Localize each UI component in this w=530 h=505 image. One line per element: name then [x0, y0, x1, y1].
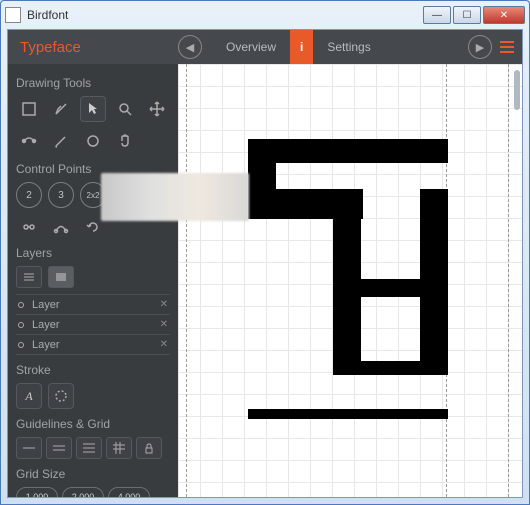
gridsize-4[interactable]: 4.000 [108, 487, 150, 497]
tool-hand[interactable] [112, 128, 138, 154]
maximize-button[interactable]: ☐ [453, 6, 481, 24]
cp-curve-icon[interactable] [48, 214, 74, 240]
stroke-refresh-button[interactable] [48, 383, 74, 409]
gridsize-1[interactable]: 1.000 [16, 487, 58, 497]
layer-delete-icon[interactable]: ✕ [160, 319, 168, 330]
guide-lock-button[interactable] [136, 437, 162, 459]
layer-visibility-icon[interactable] [18, 322, 24, 328]
tool-pen[interactable] [48, 96, 74, 122]
stroke-style-button[interactable]: A [16, 383, 42, 409]
brand-label: Typeface [8, 39, 178, 56]
section-gridsize: Grid Size [16, 467, 170, 481]
layer-item[interactable]: Layer ✕ [16, 314, 170, 334]
minimize-button[interactable]: — [423, 6, 451, 24]
app-icon [5, 7, 21, 23]
close-button[interactable]: ✕ [483, 6, 525, 24]
top-toolbar: Typeface ◀ Overview i Settings ▶ [8, 30, 522, 64]
tool-circle[interactable] [80, 128, 106, 154]
window-title: Birdfont [27, 8, 423, 22]
tool-brush[interactable] [48, 128, 74, 154]
cp-option-2[interactable]: 2 [16, 182, 42, 208]
glyph-shape[interactable] [248, 139, 458, 419]
back-icon[interactable]: ◀ [178, 35, 202, 59]
layer-visibility-icon[interactable] [18, 342, 24, 348]
layer-item[interactable]: Layer ✕ [16, 294, 170, 314]
tool-move[interactable] [144, 96, 170, 122]
section-stroke: Stroke [16, 363, 170, 377]
guide-far[interactable] [508, 64, 509, 497]
layer-name: Layer [32, 299, 60, 311]
layer-name: Layer [32, 339, 60, 351]
layer-name: Layer [32, 319, 60, 331]
vertical-scrollbar[interactable] [514, 70, 520, 110]
layer-delete-icon[interactable]: ✕ [160, 299, 168, 310]
layer-delete-icon[interactable]: ✕ [160, 339, 168, 350]
forward-icon[interactable]: ▶ [468, 35, 492, 59]
guide-grid-button[interactable] [106, 437, 132, 459]
menu-icon[interactable] [500, 41, 514, 53]
tab-settings[interactable]: Settings [313, 30, 384, 64]
tab-glyph[interactable]: i [290, 30, 313, 64]
cp-link-icon[interactable] [16, 214, 42, 240]
cp-option-3[interactable]: 3 [48, 182, 74, 208]
layer-item[interactable]: Layer ✕ [16, 334, 170, 354]
section-drawing-tools: Drawing Tools [16, 76, 170, 90]
layer-visibility-icon[interactable] [18, 302, 24, 308]
section-layers: Layers [16, 246, 170, 260]
guide-double-button[interactable] [46, 437, 72, 459]
tool-pointer[interactable] [80, 96, 106, 122]
section-guidelines: Guidelines & Grid [16, 417, 170, 431]
tool-rectangle[interactable] [16, 96, 42, 122]
tool-zoom[interactable] [112, 96, 138, 122]
gridsize-2[interactable]: 2.000 [62, 487, 104, 497]
tooltip-blur [101, 173, 249, 221]
guide-left[interactable] [186, 64, 187, 497]
layer-view-stack[interactable] [48, 266, 74, 288]
window-titlebar: Birdfont — ☐ ✕ [1, 1, 529, 29]
guide-lines-button[interactable] [76, 437, 102, 459]
canvas[interactable] [178, 64, 522, 497]
tool-node[interactable] [16, 128, 42, 154]
sidebar: Drawing Tools Control Points 2 3 2x [8, 64, 178, 497]
tab-overview[interactable]: Overview [212, 30, 290, 64]
layer-view-list[interactable] [16, 266, 42, 288]
guide-single-button[interactable] [16, 437, 42, 459]
